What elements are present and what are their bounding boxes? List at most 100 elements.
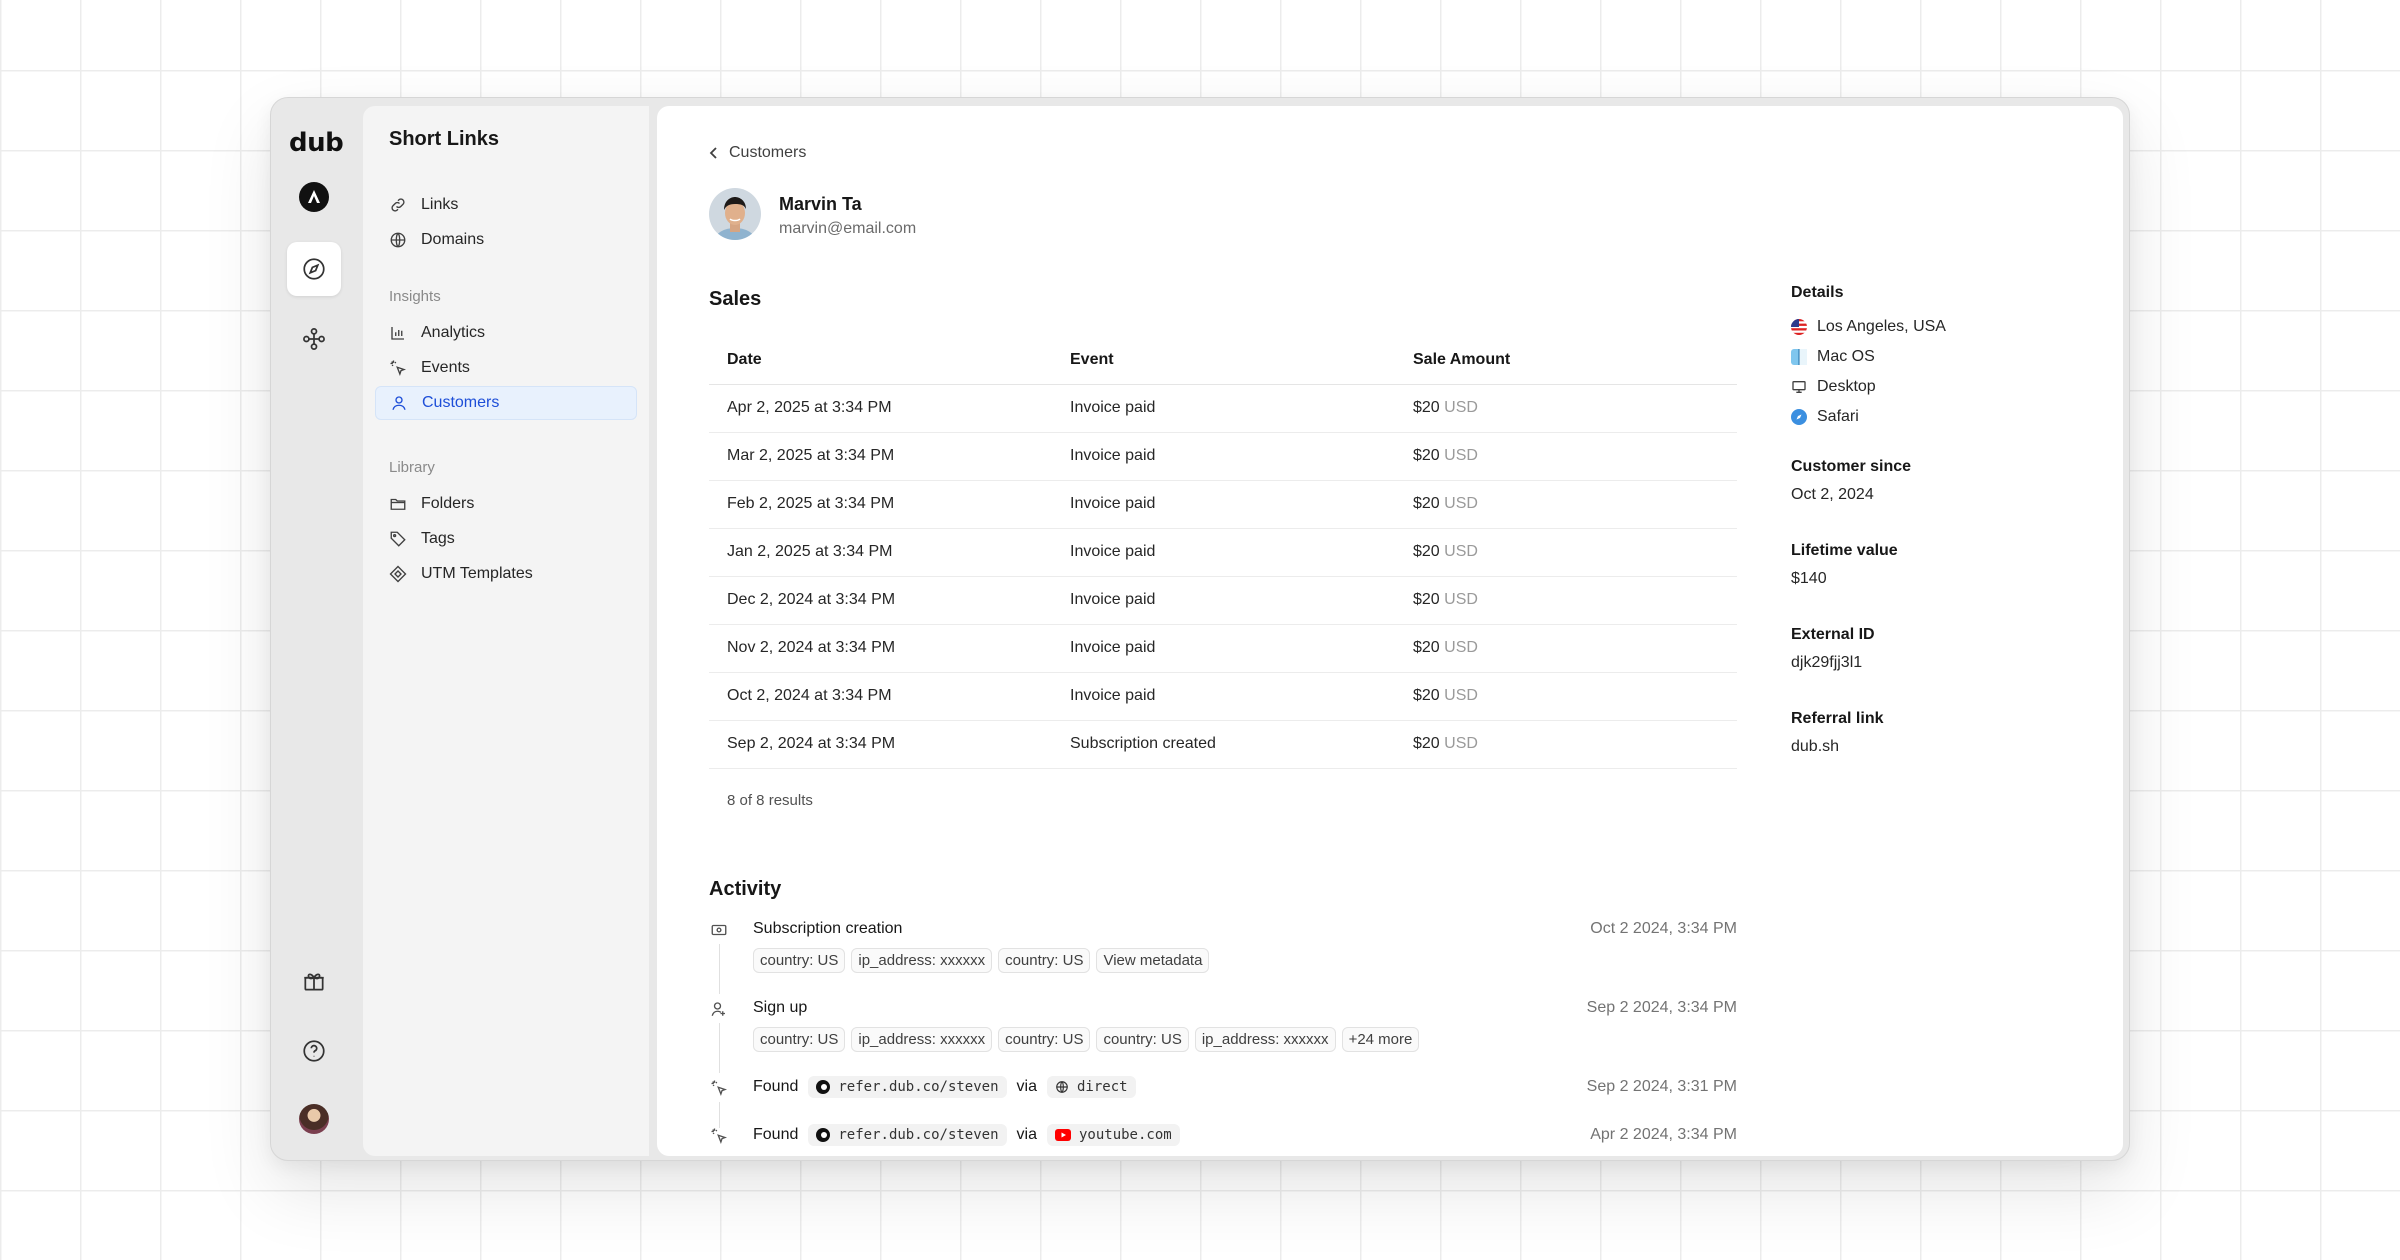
activity-title: Subscription creation [753,920,903,937]
insights-section-label: Insights [389,288,441,305]
workspace-icon[interactable] [287,170,341,224]
link-pill[interactable]: refer.dub.co/steven [808,1076,1007,1098]
user-plus-icon [709,999,729,1019]
amount-cell: $20 USD [1395,672,1737,721]
source-pill: youtube.com [1046,1124,1180,1146]
event-cell: Invoice paid [1052,624,1395,673]
currency-label: USD [1444,687,1478,704]
date-cell: Nov 2, 2024 at 3:34 PM [709,624,1052,673]
sidebar-title: Short Links [389,128,500,150]
column-header-amount: Sale Amount [1395,336,1737,385]
table-row[interactable]: Dec 2, 2024 at 3:34 PM Invoice paid $20 US… [709,576,1737,625]
currency-label: USD [1444,639,1478,656]
os-text: Mac OS [1817,348,1875,365]
timeline-line [719,944,720,994]
metadata-chip: ip_address: xxxxxx [851,948,993,973]
currency-label: USD [1444,399,1478,416]
sidebar-item-utm-templates[interactable]: UTM Templates [375,557,637,591]
amount-value: $20 [1413,399,1440,416]
sidebar-item-domains[interactable]: Domains [375,223,637,257]
globe-icon [390,232,406,248]
referral-link-value[interactable]: dub.sh [1791,738,2091,756]
customer-since-label: Customer since [1791,458,1912,475]
integrations-icon[interactable] [287,312,341,366]
event-cell: Invoice paid [1052,432,1395,481]
source-text: youtube.com [1078,1127,1172,1143]
activity-title: Found [753,1078,799,1095]
amount-cell: $20 USD [1395,432,1737,481]
sidebar-item-analytics[interactable]: Analytics [375,316,637,350]
amount-value: $20 [1413,687,1440,704]
os-row: Mac OS [1791,342,2091,372]
sidebar-item-tags[interactable]: Tags [375,522,637,556]
table-row[interactable]: Mar 2, 2025 at 3:34 PM Invoice paid $20 US… [709,432,1737,481]
customer-name: Marvin Ta [779,194,862,214]
event-cell: Invoice paid [1052,480,1395,529]
library-section-label: Library [389,459,435,476]
sidebar-item-label: Events [421,359,470,376]
cursor-rays-icon [709,1078,729,1098]
sidebar-item-label: Tags [421,530,455,547]
amount-value: $20 [1413,495,1440,512]
dub-logo[interactable]: dub [289,128,344,158]
sidebar: Short Links Links Domains Insights Analy… [363,106,649,1156]
date-cell: Sep 2, 2024 at 3:34 PM [709,720,1052,769]
us-flag-icon [1791,319,1807,335]
sidebar-item-label: Domains [421,231,485,248]
timeline-line [719,1102,720,1128]
finder-icon [1791,349,1807,365]
safari-icon [1791,409,1807,425]
table-row[interactable]: Feb 2, 2025 at 3:34 PM Invoice paid $20 US… [709,480,1737,529]
date-cell: Dec 2, 2024 at 3:34 PM [709,576,1052,625]
table-row[interactable]: Apr 2, 2025 at 3:34 PM Invoice paid $20 US… [709,384,1737,433]
chart-icon [391,327,404,340]
link-icon [391,198,405,212]
help-icon[interactable] [287,1024,341,1078]
event-cell: Subscription created [1052,720,1395,769]
view-metadata-button[interactable]: View metadata [1096,948,1210,973]
cursor-rays-icon [709,1126,729,1146]
dub-link-icon [816,1080,831,1094]
sidebar-item-label: Analytics [421,324,486,341]
activity-time: Apr 2 2024, 3:34 PM [1590,1126,1737,1143]
amount-value: $20 [1413,735,1440,752]
amount-cell: $20 USD [1395,624,1737,673]
referral-link-label: Referral link [1791,710,1884,727]
app-window: dub Short Links Links Domains Insights A… [270,97,2130,1161]
link-pill[interactable]: refer.dub.co/steven [808,1124,1007,1146]
table-row[interactable]: Nov 2, 2024 at 3:34 PM Invoice paid $20 US… [709,624,1737,673]
amount-cell: $20 USD [1395,384,1737,433]
youtube-icon [1054,1129,1071,1141]
sidebar-item-label: Links [421,196,459,213]
sidebar-item-links[interactable]: Links [375,188,637,222]
date-cell: Jan 2, 2025 at 3:34 PM [709,528,1052,577]
amount-value: $20 [1413,639,1440,656]
compass-icon[interactable] [287,242,341,296]
external-id-label: External ID [1791,626,1875,643]
amount-value: $20 [1413,591,1440,608]
more-metadata-button[interactable]: +24 more [1341,1027,1420,1052]
column-header-event: Event [1052,336,1395,385]
details-heading: Details [1791,284,1844,301]
location-row: Los Angeles, USA [1791,312,2091,342]
table-row[interactable]: Jan 2, 2025 at 3:34 PM Invoice paid $20 US… [709,528,1737,577]
customer-since-value: Oct 2, 2024 [1791,486,1874,503]
location-text: Los Angeles, USA [1817,318,1946,335]
sidebar-item-folders[interactable]: Folders [375,487,637,521]
activity-time: Sep 2 2024, 3:34 PM [1586,999,1737,1016]
table-row[interactable]: Sep 2, 2024 at 3:34 PM Subscription creat… [709,720,1737,769]
amount-cell: $20 USD [1395,528,1737,577]
breadcrumb[interactable]: Customers [709,144,806,162]
table-row[interactable]: Oct 2, 2024 at 3:34 PM Invoice paid $20 US… [709,672,1737,721]
gift-icon[interactable] [287,954,341,1008]
user-avatar[interactable] [299,1104,329,1134]
column-header-date: Date [709,336,1052,385]
sidebar-item-events[interactable]: Events [375,351,637,385]
amount-value: $20 [1413,447,1440,464]
currency-label: USD [1444,735,1478,752]
browser-text: Safari [1817,408,1859,425]
desktop-icon [1792,381,1806,393]
source-text: direct [1076,1079,1128,1095]
sidebar-item-customers[interactable]: Customers [375,386,637,420]
date-cell: Oct 2, 2024 at 3:34 PM [709,672,1052,721]
